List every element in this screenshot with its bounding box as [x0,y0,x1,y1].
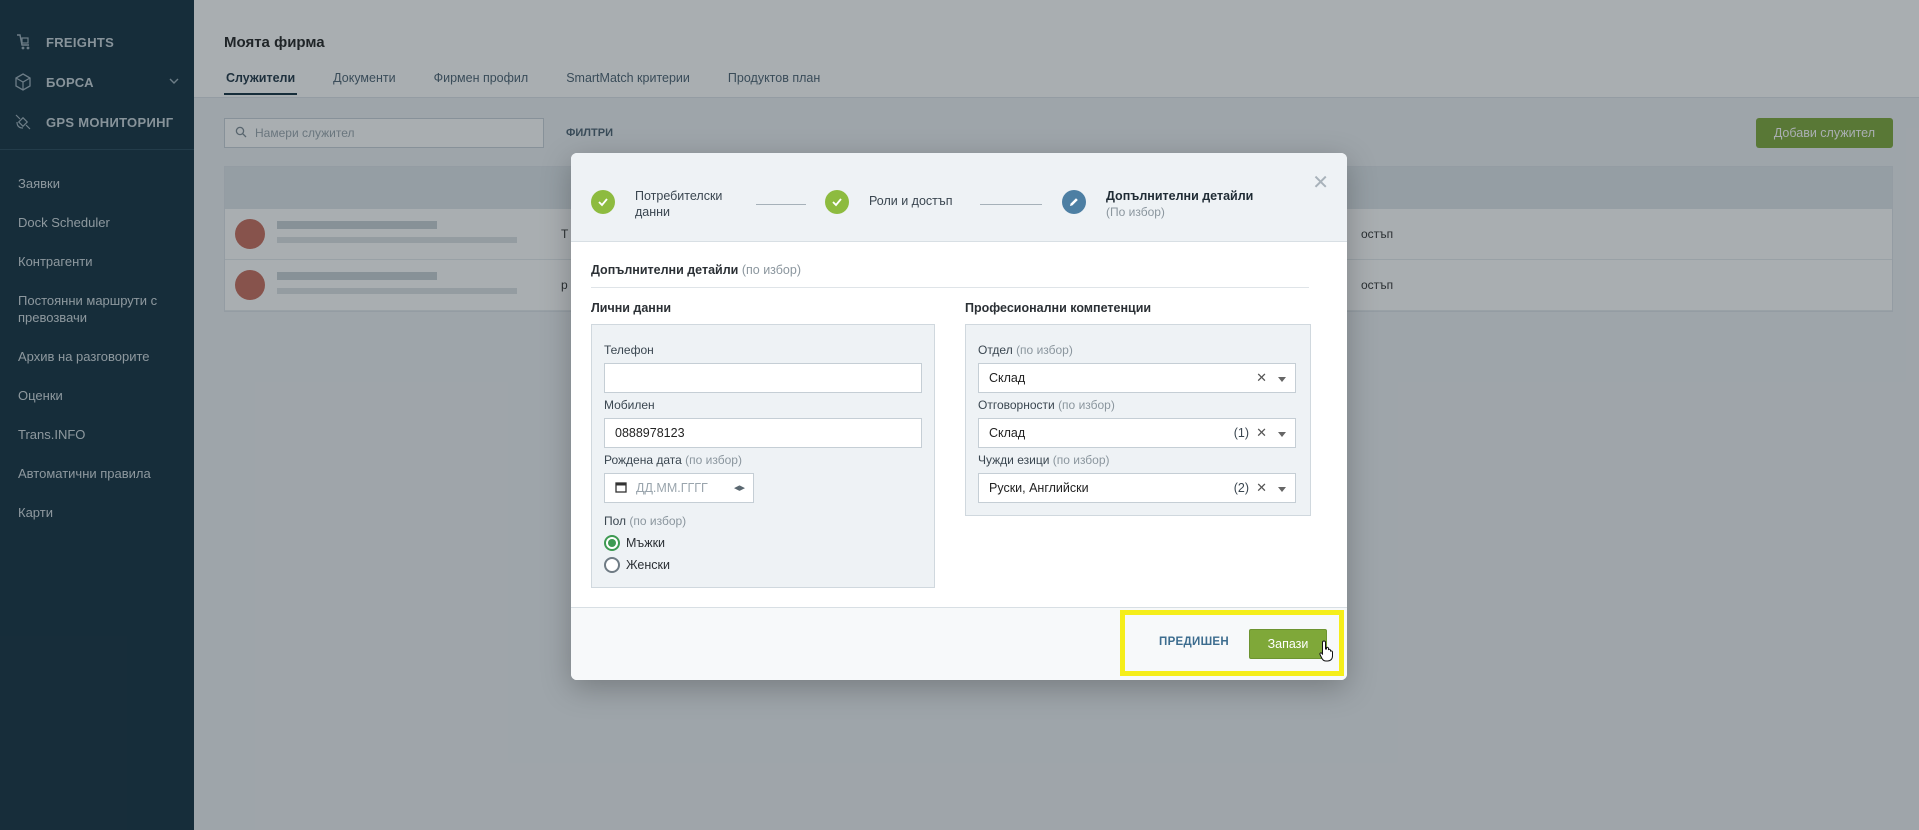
birth-date-input[interactable]: ДД.ММ.ГГГГ ◂▸ [604,473,754,503]
department-select[interactable]: Склад ✕ [978,363,1296,393]
birth-date-placeholder: ДД.ММ.ГГГГ [636,481,708,495]
mobile-label: Мобилен [604,398,655,412]
optional-note: (по избор) [685,453,742,467]
section-title: Допълнителни детайли (по избор) [591,263,801,277]
radio-label: Мъжки [626,536,666,550]
optional-note: (по избор) [1016,343,1073,357]
gender-radio-male[interactable]: Мъжки [604,535,665,551]
calendar-icon [615,481,627,496]
select-count: (1) [1233,426,1249,440]
languages-label-text: Чужди езици [978,453,1050,467]
section-title-text: Допълнителни детайли [591,263,739,277]
step-subtitle: (По избор) [1106,205,1165,219]
gender-radio-female[interactable]: Женски [604,557,670,573]
wizard-steps: Потребителски данни Роли и достъп Допълн… [571,153,1347,242]
step-roles-access[interactable]: Роли и достъп [825,190,952,214]
step-label: Потребителски данни [635,189,723,219]
hand-cursor-icon [1319,640,1335,665]
close-icon[interactable]: ✕ [1312,173,1329,193]
divider [591,287,1309,288]
mobile-input[interactable]: 0888978123 [604,418,922,448]
step-label: Роли и достъп [869,194,953,208]
caret-down-icon[interactable] [1278,487,1286,492]
select-value: Склад [989,371,1026,385]
optional-note: (по избор) [629,514,687,528]
clear-icon[interactable]: ✕ [1256,425,1267,441]
previous-button[interactable]: ПРЕДИШЕН [1159,636,1229,648]
save-button[interactable]: Запази [1249,629,1327,659]
clear-icon[interactable]: ✕ [1256,480,1267,496]
caret-down-icon[interactable] [1278,432,1286,437]
stepper-arrows-icon[interactable]: ◂▸ [734,481,745,494]
responsibilities-label: Отговорности (по избор) [978,398,1115,412]
radio-unchecked[interactable] [604,557,620,573]
languages-select[interactable]: Руски, Английски (2) ✕ [978,473,1296,503]
check-icon [591,190,615,214]
step-connector [756,204,806,205]
pencil-icon [1062,190,1086,214]
phone-input[interactable] [604,363,922,393]
phone-label: Телефон [604,343,654,357]
step-user-data[interactable]: Потребителски данни [591,189,745,220]
languages-label: Чужди езици (по избор) [978,453,1110,467]
optional-note: (по избор) [741,263,801,277]
check-icon [825,190,849,214]
select-value: Руски, Английски [989,481,1089,495]
select-count: (2) [1233,481,1249,495]
professional-panel: Отдел (по избор) Склад ✕ Отговорности (п… [965,324,1311,516]
clear-icon[interactable]: ✕ [1256,370,1267,386]
birth-date-label: Рождена дата (по избор) [604,453,742,467]
department-label-text: Отдел [978,343,1013,357]
select-value: Склад [989,426,1026,440]
gender-label-text: Пол [604,514,627,528]
radio-label: Женски [626,558,670,572]
department-label: Отдел (по избор) [978,343,1073,357]
birth-date-label-text: Рождена дата [604,453,682,467]
personal-data-panel: Телефон Мобилен 0888978123 Рождена дата … [591,324,935,588]
personal-data-title: Лични данни [591,301,672,315]
optional-note: (по избор) [1058,398,1115,412]
modal-body: Допълнителни детайли (по избор) Лични да… [571,242,1347,607]
step-connector [980,204,1042,205]
step-label: Допълнителни детайли (По избор) [1106,188,1253,220]
responsibilities-label-text: Отговорности [978,398,1055,412]
step-title: Допълнителни детайли [1106,189,1254,203]
step-additional-details[interactable]: Допълнителни детайли (По избор) [1062,188,1253,220]
radio-checked[interactable] [604,535,620,551]
caret-down-icon[interactable] [1278,377,1286,382]
add-employee-modal: Потребителски данни Роли и достъп Допълн… [571,153,1347,680]
responsibilities-select[interactable]: Склад (1) ✕ [978,418,1296,448]
gender-label: Пол (по избор) [604,514,686,528]
professional-title: Професионални компетенции [965,301,1152,315]
modal-footer: ПРЕДИШЕН Запази [571,607,1347,680]
optional-note: (по избор) [1052,453,1110,467]
